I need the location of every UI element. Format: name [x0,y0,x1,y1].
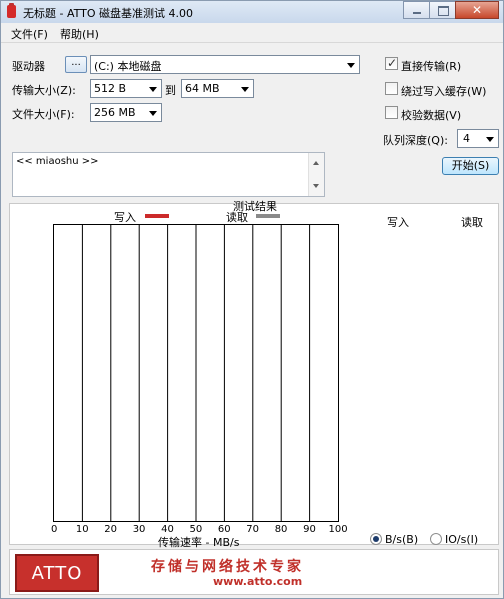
x-tick-label: 80 [274,524,288,535]
window-title: 无标题 - ATTO 磁盘基准测试 4.00 [23,7,194,20]
check-icon: ✓ [387,56,398,70]
bytes-per-sec-label[interactable]: B/s(B) [385,533,418,546]
description-textarea[interactable]: << miaoshu >> [12,152,325,197]
x-axis-label: 传输速率 - MB/s [158,536,240,549]
menu-bar: 文件(F) 帮助(H) [1,23,503,43]
chevron-down-icon [347,63,355,68]
close-button[interactable]: ✕ [455,1,499,19]
direct-io-label[interactable]: 直接传输(R) [401,58,461,74]
maximize-button[interactable] [429,1,456,19]
legend-write-swatch [145,214,169,218]
chevron-down-icon [149,87,157,92]
close-icon: ✕ [471,3,483,17]
transfer-size-to-label: 到 [165,84,176,97]
verify-data-label[interactable]: 校验数据(V) [401,107,461,123]
x-tick-label: 20 [104,524,118,535]
banner-slogan: 存储与网络技术专家 [151,559,304,575]
write-column-header: 写入 [387,216,409,229]
direct-io-checkbox[interactable]: ✓ [385,56,398,70]
app-window: 无标题 - ATTO 磁盘基准测试 4.00 ✕ 文件(F) 帮助(H) 驱动器… [0,0,504,599]
drive-select-value: (C:) 本地磁盘 [94,60,162,73]
title-bar[interactable]: 无标题 - ATTO 磁盘基准测试 4.00 ✕ [1,1,503,23]
x-tick-label: 30 [132,524,146,535]
atto-logo-text: ATTO [31,563,83,584]
description-text: << miaoshu >> [16,156,99,167]
description-scrollbar[interactable] [308,153,324,196]
banner-website[interactable]: www.atto.com [213,575,302,588]
queue-depth-value: 4 [463,132,470,145]
io-per-sec-label[interactable]: IO/s(I) [445,533,478,546]
queue-depth-label: 队列深度(Q): [383,134,448,147]
transfer-size-to-select[interactable]: 64 MB [181,79,254,98]
queue-depth-select[interactable]: 4 [457,129,499,148]
bypass-write-cache-label[interactable]: 绕过写入缓存(W) [401,83,486,99]
window-controls: ✕ [403,1,499,19]
transfer-size-label: 传输大小(Z): [12,84,76,97]
x-tick-label: 70 [246,524,260,535]
io-per-sec-radio[interactable] [430,533,442,545]
file-size-label: 文件大小(F): [12,108,75,121]
scroll-down-icon[interactable] [313,184,319,188]
app-icon [7,3,16,18]
x-tick-label: 90 [303,524,316,535]
transfer-size-from-value: 512 B [94,82,127,95]
x-tick-label: 0 [51,524,58,535]
legend-write-label: 写入 [114,211,136,224]
minimize-button[interactable] [403,1,430,19]
scroll-up-icon[interactable] [313,161,319,165]
bypass-write-cache-checkbox[interactable] [385,82,398,95]
menu-help[interactable]: 帮助(H) [60,26,99,42]
drive-browse-button[interactable]: ... [65,56,87,73]
chevron-down-icon [149,111,157,116]
drive-label: 驱动器 [12,60,45,73]
menu-file[interactable]: 文件(F) [11,26,48,42]
chart-grid [81,225,311,521]
drive-select[interactable]: (C:) 本地磁盘 [90,55,360,74]
file-size-value: 256 MB [94,106,136,119]
legend-read-label: 读取 [226,211,248,224]
bytes-per-sec-radio[interactable] [370,533,382,545]
file-size-select[interactable]: 256 MB [90,103,162,122]
read-column-header: 读取 [461,216,483,229]
transfer-size-to-value: 64 MB [185,82,220,95]
start-button[interactable]: 开始(S) [442,157,499,175]
x-tick-label: 10 [75,524,89,535]
chevron-down-icon [241,87,249,92]
radio-selected-dot [373,536,379,542]
verify-data-checkbox[interactable] [385,106,398,119]
chart-plot-area [53,224,339,522]
legend-read-swatch [256,214,280,218]
atto-logo[interactable]: ATTO [15,554,99,592]
x-tick-label: 100 [328,524,348,535]
transfer-size-from-select[interactable]: 512 B [90,79,162,98]
chevron-down-icon [486,137,494,142]
